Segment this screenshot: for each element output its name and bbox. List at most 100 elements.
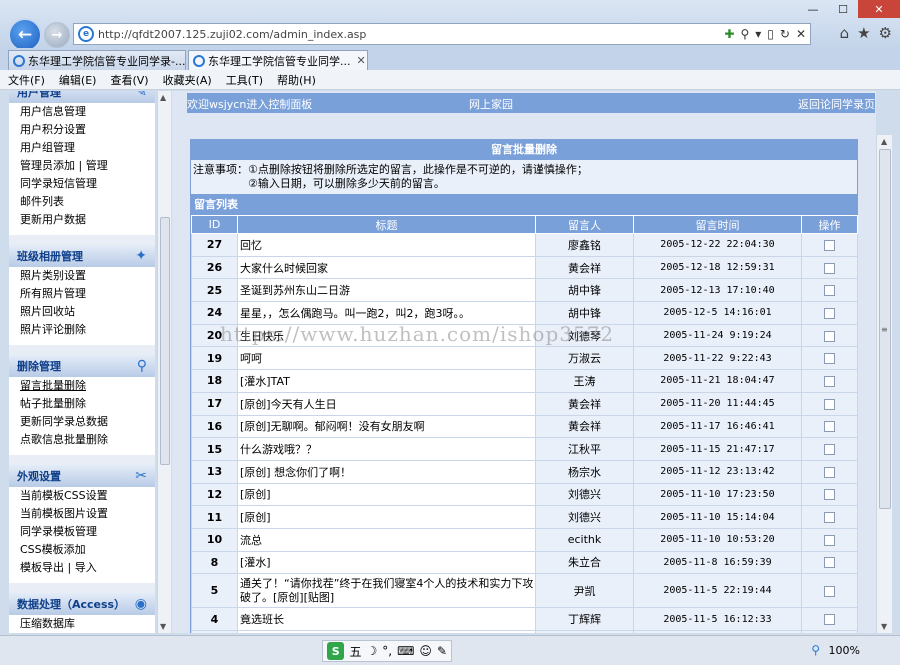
compatibility-icon[interactable]: ✚ bbox=[724, 27, 734, 41]
close-icon[interactable]: ✕ bbox=[796, 27, 806, 41]
punctuation-icon[interactable]: °, bbox=[382, 644, 392, 658]
scroll-up-icon[interactable]: ▲ bbox=[881, 137, 887, 146]
forward-button[interactable]: → bbox=[44, 22, 70, 48]
sidebar-item[interactable]: CSS模板添加 bbox=[9, 541, 155, 559]
ime-toolbar[interactable]: S 五 ☽ °, ⌨ ☺ ✎ bbox=[322, 640, 452, 662]
home-link[interactable]: 网上家园 bbox=[469, 96, 513, 112]
scroll-down-icon[interactable]: ▼ bbox=[881, 622, 887, 631]
sidebar-item[interactable]: 更新同学录总数据 bbox=[9, 413, 155, 431]
menu-tools[interactable]: 工具(T) bbox=[226, 72, 263, 88]
sidebar-item[interactable]: 用户积分设置 bbox=[9, 121, 155, 139]
user-icon[interactable]: ☺ bbox=[419, 644, 432, 658]
row-title[interactable]: 竟选班长 bbox=[237, 607, 536, 631]
sidebar-item[interactable]: 模板导出 | 导入 bbox=[9, 559, 155, 577]
tab-2[interactable]: 东华理工学院信管专业同学... ✕ bbox=[188, 50, 368, 70]
scrollbar-thumb[interactable] bbox=[160, 217, 170, 465]
row-title[interactable]: 回忆 bbox=[237, 233, 536, 257]
sidebar-item[interactable]: 所有照片管理 bbox=[9, 285, 155, 303]
page-scrollbar[interactable]: ▲ ≡ ▼ bbox=[876, 135, 892, 633]
sidebar-item[interactable]: 当前模板图片设置 bbox=[9, 505, 155, 523]
gear-icon[interactable]: ⚙ bbox=[879, 24, 892, 42]
sidebar-item[interactable]: 更新用户数据 bbox=[9, 211, 155, 229]
row-checkbox[interactable] bbox=[824, 285, 835, 297]
maximize-button[interactable]: ☐ bbox=[828, 0, 858, 18]
sidebar-item[interactable]: 管理员添加 | 管理 bbox=[9, 157, 155, 175]
row-title[interactable]: [原创]请大家投我一票 bbox=[237, 630, 536, 633]
row-checkbox[interactable] bbox=[824, 512, 835, 524]
row-title[interactable]: 什么游戏哦？？ bbox=[237, 437, 536, 461]
sidebar-item[interactable]: 同学录模板管理 bbox=[9, 523, 155, 541]
row-checkbox[interactable] bbox=[824, 398, 835, 410]
row-title[interactable]: 星星，，怎么偶跑马。叫一跑2，叫2，跑3呀。。 bbox=[237, 301, 536, 325]
row-title[interactable]: 呵呵 bbox=[237, 346, 536, 371]
scroll-down-icon[interactable]: ▼ bbox=[160, 622, 166, 631]
row-title[interactable]: 大家什么时候回家 bbox=[237, 255, 536, 280]
ime-mode[interactable]: 五 bbox=[349, 643, 361, 660]
row-checkbox[interactable] bbox=[824, 330, 835, 342]
sidebar-item[interactable]: 照片类别设置 bbox=[9, 267, 155, 285]
row-checkbox[interactable] bbox=[824, 375, 835, 387]
chevron-down-icon[interactable]: ▾ bbox=[755, 27, 761, 41]
sidebar-scrollbar[interactable]: ▲ ▼ bbox=[157, 91, 171, 633]
row-title[interactable]: [原创]今天有人生日 bbox=[237, 391, 536, 416]
sidebar-item[interactable]: 压缩数据库 bbox=[9, 615, 155, 633]
home-icon[interactable]: ⌂ bbox=[840, 24, 850, 42]
row-title[interactable]: [灌水]TAT bbox=[237, 369, 536, 393]
refresh-icon[interactable]: ↻ bbox=[780, 27, 790, 41]
menu-edit[interactable]: 编辑(E) bbox=[59, 72, 97, 88]
row-title[interactable]: [原创]无聊啊。郁闷啊！没有女朋友啊 bbox=[237, 414, 536, 439]
close-tab-icon[interactable]: ✕ bbox=[357, 54, 366, 67]
wrench-icon[interactable]: ✎ bbox=[437, 644, 447, 658]
col-id: ID bbox=[191, 215, 238, 234]
sidebar-item[interactable]: 当前模板CSS设置 bbox=[9, 487, 155, 505]
row-checkbox[interactable] bbox=[824, 444, 835, 456]
back-link[interactable]: 返回论同学录页 bbox=[798, 96, 875, 112]
row-checkbox[interactable] bbox=[824, 421, 835, 433]
row-op bbox=[801, 278, 858, 303]
zoom-icon[interactable]: ⚲ bbox=[811, 643, 820, 657]
favorites-star-icon[interactable]: ★ bbox=[857, 24, 870, 42]
row-title[interactable]: 通关了！“请你找茬”终于在我们寝室4个人的技术和实力下攻破了。[原创][贴图] bbox=[237, 573, 536, 609]
row-checkbox[interactable] bbox=[824, 307, 835, 319]
row-title[interactable]: [原创] bbox=[237, 482, 536, 507]
moon-icon[interactable]: ☽ bbox=[367, 644, 378, 658]
sidebar-item[interactable]: 照片评论删除 bbox=[9, 321, 155, 339]
row-title[interactable]: [原创] 想念你们了啊！ bbox=[237, 459, 536, 484]
minimize-button[interactable]: — bbox=[798, 0, 828, 18]
sidebar-item[interactable]: 邮件列表 bbox=[9, 193, 155, 211]
sidebar-item[interactable]: 点歌信息批量删除 bbox=[9, 431, 155, 449]
sidebar-item-selected[interactable]: 留言批量删除 bbox=[9, 377, 155, 395]
sidebar-item[interactable]: 用户信息管理 bbox=[9, 103, 155, 121]
row-checkbox[interactable] bbox=[824, 466, 835, 478]
sidebar-item[interactable]: 帖子批量删除 bbox=[9, 395, 155, 413]
sidebar-item[interactable]: 照片回收站 bbox=[9, 303, 155, 321]
row-checkbox[interactable] bbox=[824, 353, 835, 365]
row-title[interactable]: [原创] bbox=[237, 505, 536, 529]
row-checkbox[interactable] bbox=[824, 614, 835, 626]
row-checkbox[interactable] bbox=[824, 557, 835, 569]
zoom-level[interactable]: 100% bbox=[829, 644, 860, 657]
back-button[interactable]: ← bbox=[8, 18, 42, 52]
row-checkbox[interactable] bbox=[824, 489, 835, 501]
row-checkbox[interactable] bbox=[824, 262, 835, 274]
sidebar-item[interactable]: 用户组管理 bbox=[9, 139, 155, 157]
row-checkbox[interactable] bbox=[824, 239, 835, 251]
menu-view[interactable]: 查看(V) bbox=[110, 72, 148, 88]
row-title[interactable]: 圣诞到苏州东山二日游 bbox=[237, 278, 536, 303]
row-title[interactable]: [灌水] bbox=[237, 550, 536, 575]
search-icon[interactable]: ⚲ bbox=[740, 27, 749, 41]
sidebar-item[interactable]: 同学录短信管理 bbox=[9, 175, 155, 193]
stop-icon[interactable]: ▯ bbox=[767, 27, 774, 41]
scroll-up-icon[interactable]: ▲ bbox=[160, 93, 166, 102]
menu-file[interactable]: 文件(F) bbox=[8, 72, 45, 88]
close-window-button[interactable]: ✕ bbox=[858, 0, 900, 18]
row-checkbox[interactable] bbox=[824, 534, 835, 546]
keyboard-icon[interactable]: ⌨ bbox=[397, 644, 414, 658]
menu-favorites[interactable]: 收藏夹(A) bbox=[163, 72, 212, 88]
row-checkbox[interactable] bbox=[824, 585, 835, 597]
address-bar[interactable]: e http://qfdt2007.125.zuji02.com/admin_i… bbox=[73, 23, 811, 45]
row-title[interactable]: 流总 bbox=[237, 527, 536, 552]
tab-1[interactable]: 东华理工学院信管专业同学录-... bbox=[8, 50, 186, 70]
menu-help[interactable]: 帮助(H) bbox=[277, 72, 316, 88]
url-text[interactable]: http://qfdt2007.125.zuji02.com/admin_ind… bbox=[98, 28, 724, 41]
